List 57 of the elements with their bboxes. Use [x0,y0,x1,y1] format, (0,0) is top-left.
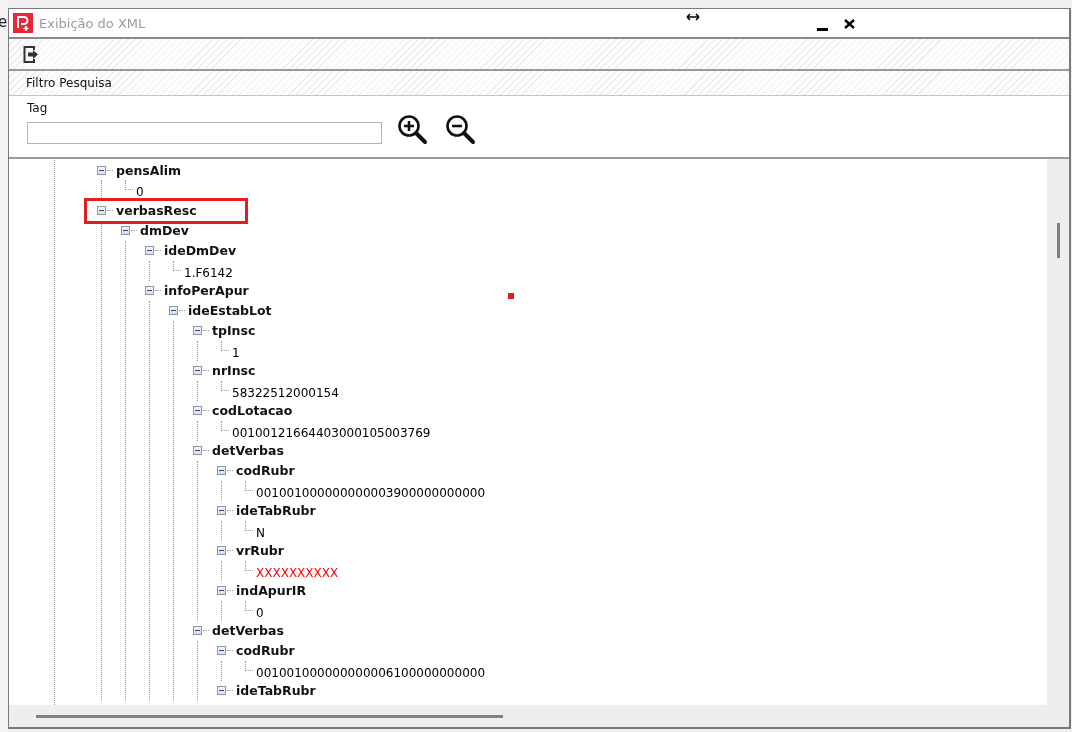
collapse-icon[interactable] [193,366,202,375]
minimize-icon[interactable] [817,27,829,31]
zoom-in-icon[interactable] [397,114,428,145]
collapse-icon[interactable] [97,206,106,215]
collapse-icon[interactable] [121,226,130,235]
collapse-icon[interactable] [217,586,226,595]
tree-node-value: 1.F6142 [184,265,233,280]
tree-node-label[interactable]: detVerbas [212,623,284,638]
scrollbar-thumb[interactable] [36,715,503,718]
tree-node-label[interactable]: vrRubr [236,543,284,558]
tree-node-value: 1 [232,345,240,360]
tree-node-value: 58322512000154 [232,385,339,400]
tree-node-label[interactable]: codLotacao [212,403,293,418]
tree-node-label[interactable]: tpInsc [212,323,256,338]
tree-node-value: 0 [256,605,264,620]
tree-node-label[interactable]: ideDmDev [164,243,237,258]
scrollbar-thumb[interactable] [1057,223,1060,258]
collapse-icon[interactable] [97,165,106,175]
tree-node-label[interactable]: ideTabRubr [236,683,316,698]
tree-node-label[interactable]: dmDev [140,223,189,238]
tree-node-label[interactable]: verbasResc [116,203,197,218]
tag-label: Tag [27,101,49,116]
tree-node-value: 00100121664403000105003769 [232,425,431,440]
collapse-icon[interactable] [193,626,202,635]
collapse-icon[interactable] [193,406,202,415]
exit-icon[interactable] [23,44,40,64]
collapse-icon[interactable] [169,306,178,315]
collapse-icon[interactable] [217,466,226,475]
tag-input-field[interactable] [27,122,382,144]
tree-node-label[interactable]: ideTabRubr [236,503,316,518]
zoom-out-icon[interactable] [445,114,476,145]
collapse-icon[interactable] [217,646,226,655]
collapse-icon[interactable] [193,446,202,455]
tree-node-label[interactable]: nrInsc [212,363,256,378]
tree-node-label[interactable]: detVerbas [212,443,284,458]
tree-node-value: 0 [136,185,144,199]
tree-node-value: 001001000000000003900000000000 [256,485,486,500]
collapse-icon[interactable] [217,506,226,515]
tree-node-value: N [256,525,265,540]
resize-cursor-icon [686,13,701,21]
tree-node-label[interactable]: codRubr [236,463,295,478]
window-title: Exibição do XML [39,15,146,31]
collapse-icon[interactable] [145,286,154,295]
tree-node-label[interactable]: ideEstabLot [188,303,272,318]
tree-node-label[interactable]: indApurIR [236,583,307,598]
tree-node-value: 001001000000000006100000000000 [256,665,486,680]
collapse-icon[interactable] [145,246,154,255]
tree-node-label[interactable]: codRubr [236,643,295,658]
collapse-icon[interactable] [217,546,226,555]
tree-node-label[interactable]: pensAlim [116,162,182,178]
tree-node-value: XXXXXXXXXX [256,565,339,580]
tree-node-label[interactable]: infoPerApur [164,283,249,298]
collapse-icon[interactable] [217,686,226,695]
section-title: Filtro Pesquisa [26,76,112,90]
close-icon[interactable] [844,19,856,29]
app-logo-icon [13,13,33,33]
collapse-icon[interactable] [193,326,202,335]
